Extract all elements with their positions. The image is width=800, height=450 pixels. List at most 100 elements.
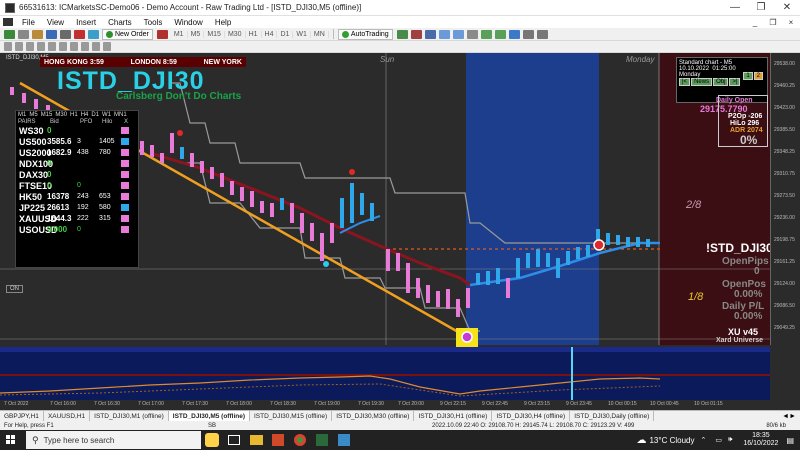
taskbar-search-box[interactable]: ⚲ Type here to search — [26, 431, 201, 449]
chrome-icon[interactable] — [289, 430, 311, 450]
pair-row[interactable]: WS30 0 — [16, 125, 138, 136]
pair-row[interactable]: XAUUSD 1644.3 222 315 — [16, 213, 138, 224]
tab-dji30-m5[interactable]: ISTD_DJI30,M5 (offline) — [168, 410, 250, 422]
pair-row[interactable]: HK50 16378 243 653 — [16, 191, 138, 202]
tab-gbpjpy-h1[interactable]: GBPJPY,H1 — [0, 410, 44, 422]
line-chart-icon[interactable] — [424, 29, 436, 39]
hdr-m5[interactable]: M5 — [29, 112, 37, 118]
windows-start-icon[interactable] — [0, 430, 22, 450]
news-button[interactable]: News — [691, 78, 713, 86]
price-axis[interactable]: 29538.00 29460.25 29423.00 29385.50 2934… — [770, 53, 800, 345]
tab-dji30-m30[interactable]: ISTD_DJI30,M30 (offline) — [332, 410, 415, 422]
close-button[interactable]: ✕ — [774, 0, 800, 16]
taskbar-clock[interactable]: 18:35 16/10/2022 — [743, 432, 778, 448]
zoom-out-icon[interactable] — [452, 29, 464, 39]
hdr-h1[interactable]: H1 — [70, 112, 78, 118]
strategy-tester-icon[interactable] — [88, 29, 99, 39]
hdr-d1[interactable]: D1 — [91, 112, 99, 118]
chart-window[interactable]: ISTD_DJI30,M5 HONG KONG 3:59 LONDON 8:59… — [0, 53, 800, 410]
trendline-icon[interactable] — [48, 42, 56, 51]
horizontal-line-icon[interactable] — [37, 42, 45, 51]
weather-text[interactable]: 13°C Cloudy — [649, 436, 694, 445]
tab-dji30-m15[interactable]: ISTD_DJI30,M15 (offline) — [250, 410, 333, 422]
hdr-w1[interactable]: W1 — [102, 112, 111, 118]
objects-button[interactable]: Obj — [713, 78, 729, 86]
first-bar-button[interactable]: |< — [679, 78, 691, 86]
tf-m1[interactable]: M1 — [171, 30, 188, 38]
crosshair-icon[interactable] — [15, 42, 23, 51]
pair-row[interactable]: DAX30 0 — [16, 169, 138, 180]
periods-icon[interactable] — [522, 29, 534, 39]
menu-insert[interactable]: Insert — [70, 18, 102, 27]
hdr-m1[interactable]: M1 — [18, 112, 26, 118]
mdi-minimize-button[interactable]: _ — [746, 18, 764, 27]
notifications-icon[interactable]: ▤ — [786, 436, 794, 445]
time-axis[interactable]: 7 Oct 2022 7 Oct 16:00 7 Oct 16:30 7 Oct… — [0, 400, 770, 410]
label-tool-icon[interactable] — [92, 42, 100, 51]
tf-h1[interactable]: H1 — [246, 30, 262, 38]
tab-scroll-arrows[interactable]: ◄► — [778, 413, 800, 420]
terminal-icon[interactable] — [74, 29, 85, 39]
new-chart-icon[interactable] — [4, 29, 15, 39]
maximize-button[interactable]: ❐ — [748, 0, 774, 16]
new-order-button[interactable]: New Order — [102, 28, 153, 40]
candlestick-icon[interactable] — [410, 29, 422, 39]
vertical-line-icon[interactable] — [26, 42, 34, 51]
network-icon[interactable]: ▭ — [715, 436, 722, 444]
file-explorer-icon[interactable] — [245, 430, 267, 450]
powerpoint-icon[interactable] — [267, 430, 289, 450]
volume-icon[interactable]: 🕪 — [728, 436, 732, 444]
tf-m30[interactable]: M30 — [225, 30, 246, 38]
tf-h4[interactable]: H4 — [262, 30, 278, 38]
menu-help[interactable]: Help — [209, 18, 237, 27]
hdr-h4[interactable]: H4 — [81, 112, 89, 118]
menu-window[interactable]: Window — [168, 18, 208, 27]
navigator-icon[interactable] — [60, 29, 71, 39]
tile-windows-icon[interactable] — [466, 29, 478, 39]
task-view-icon[interactable] — [223, 430, 245, 450]
channel-icon[interactable] — [59, 42, 67, 51]
tf-w1[interactable]: W1 — [293, 30, 311, 38]
templates-icon[interactable] — [536, 29, 548, 39]
menu-file[interactable]: File — [16, 18, 41, 27]
indicator-subwindow[interactable] — [0, 347, 770, 400]
chart-app-icon[interactable] — [333, 430, 355, 450]
cursor-icon[interactable] — [4, 42, 12, 51]
price-alert-marker[interactable] — [593, 239, 605, 251]
last-bar-button[interactable]: >| — [729, 78, 741, 86]
pair-row[interactable]: FTSE10 0 0 — [16, 180, 138, 191]
market-watch-icon[interactable] — [32, 29, 43, 39]
menu-tools[interactable]: Tools — [138, 18, 169, 27]
tf-m15[interactable]: M15 — [204, 30, 225, 38]
bar-chart-icon[interactable] — [396, 29, 408, 39]
pair-row[interactable]: NDX100 0 — [16, 158, 138, 169]
tf-d1[interactable]: D1 — [277, 30, 294, 38]
preset-1-button[interactable]: 1 — [743, 72, 753, 80]
pair-row[interactable]: US2000 1682.9 438 780 — [16, 147, 138, 158]
chart-shift-icon[interactable] — [494, 29, 506, 39]
autotrading-button[interactable]: AutoTrading — [337, 28, 393, 40]
pair-row[interactable]: US500 3585.6 3 1405 — [16, 136, 138, 147]
chart-window-icon[interactable] — [3, 18, 13, 26]
tab-dji30-m1[interactable]: ISTD_DJI30,M1 (offline) — [90, 410, 169, 422]
indicators-icon[interactable] — [508, 29, 520, 39]
zoom-in-icon[interactable] — [438, 29, 450, 39]
autoscroll-icon[interactable] — [480, 29, 492, 39]
tray-arrow-icon[interactable]: ⌃ — [700, 436, 706, 444]
mdi-restore-button[interactable]: ❐ — [764, 18, 782, 27]
tf-m5[interactable]: M5 — [188, 30, 205, 38]
metaeditor-icon[interactable] — [156, 29, 168, 39]
profiles-icon[interactable] — [18, 29, 29, 39]
text-tool-icon[interactable] — [81, 42, 89, 51]
hdr-m15[interactable]: M15 — [41, 112, 53, 118]
hdr-mn1[interactable]: MN1 — [114, 112, 127, 118]
fibonacci-icon[interactable] — [70, 42, 78, 51]
tab-dji30-h1[interactable]: ISTD_DJI30,H1 (offline) — [414, 410, 493, 422]
preset-2-button[interactable]: 2 — [753, 72, 763, 80]
arrows-icon[interactable] — [103, 42, 111, 51]
pair-row[interactable]: JP225 26613 192 580 — [16, 202, 138, 213]
mdi-close-button[interactable]: × — [782, 18, 800, 27]
tab-dji30-h4[interactable]: ISTD_DJI30,H4 (offline) — [492, 410, 571, 422]
tab-dji30-daily[interactable]: ISTD_DJI30,Daily (offline) — [570, 410, 655, 422]
menu-view[interactable]: View — [41, 18, 70, 27]
